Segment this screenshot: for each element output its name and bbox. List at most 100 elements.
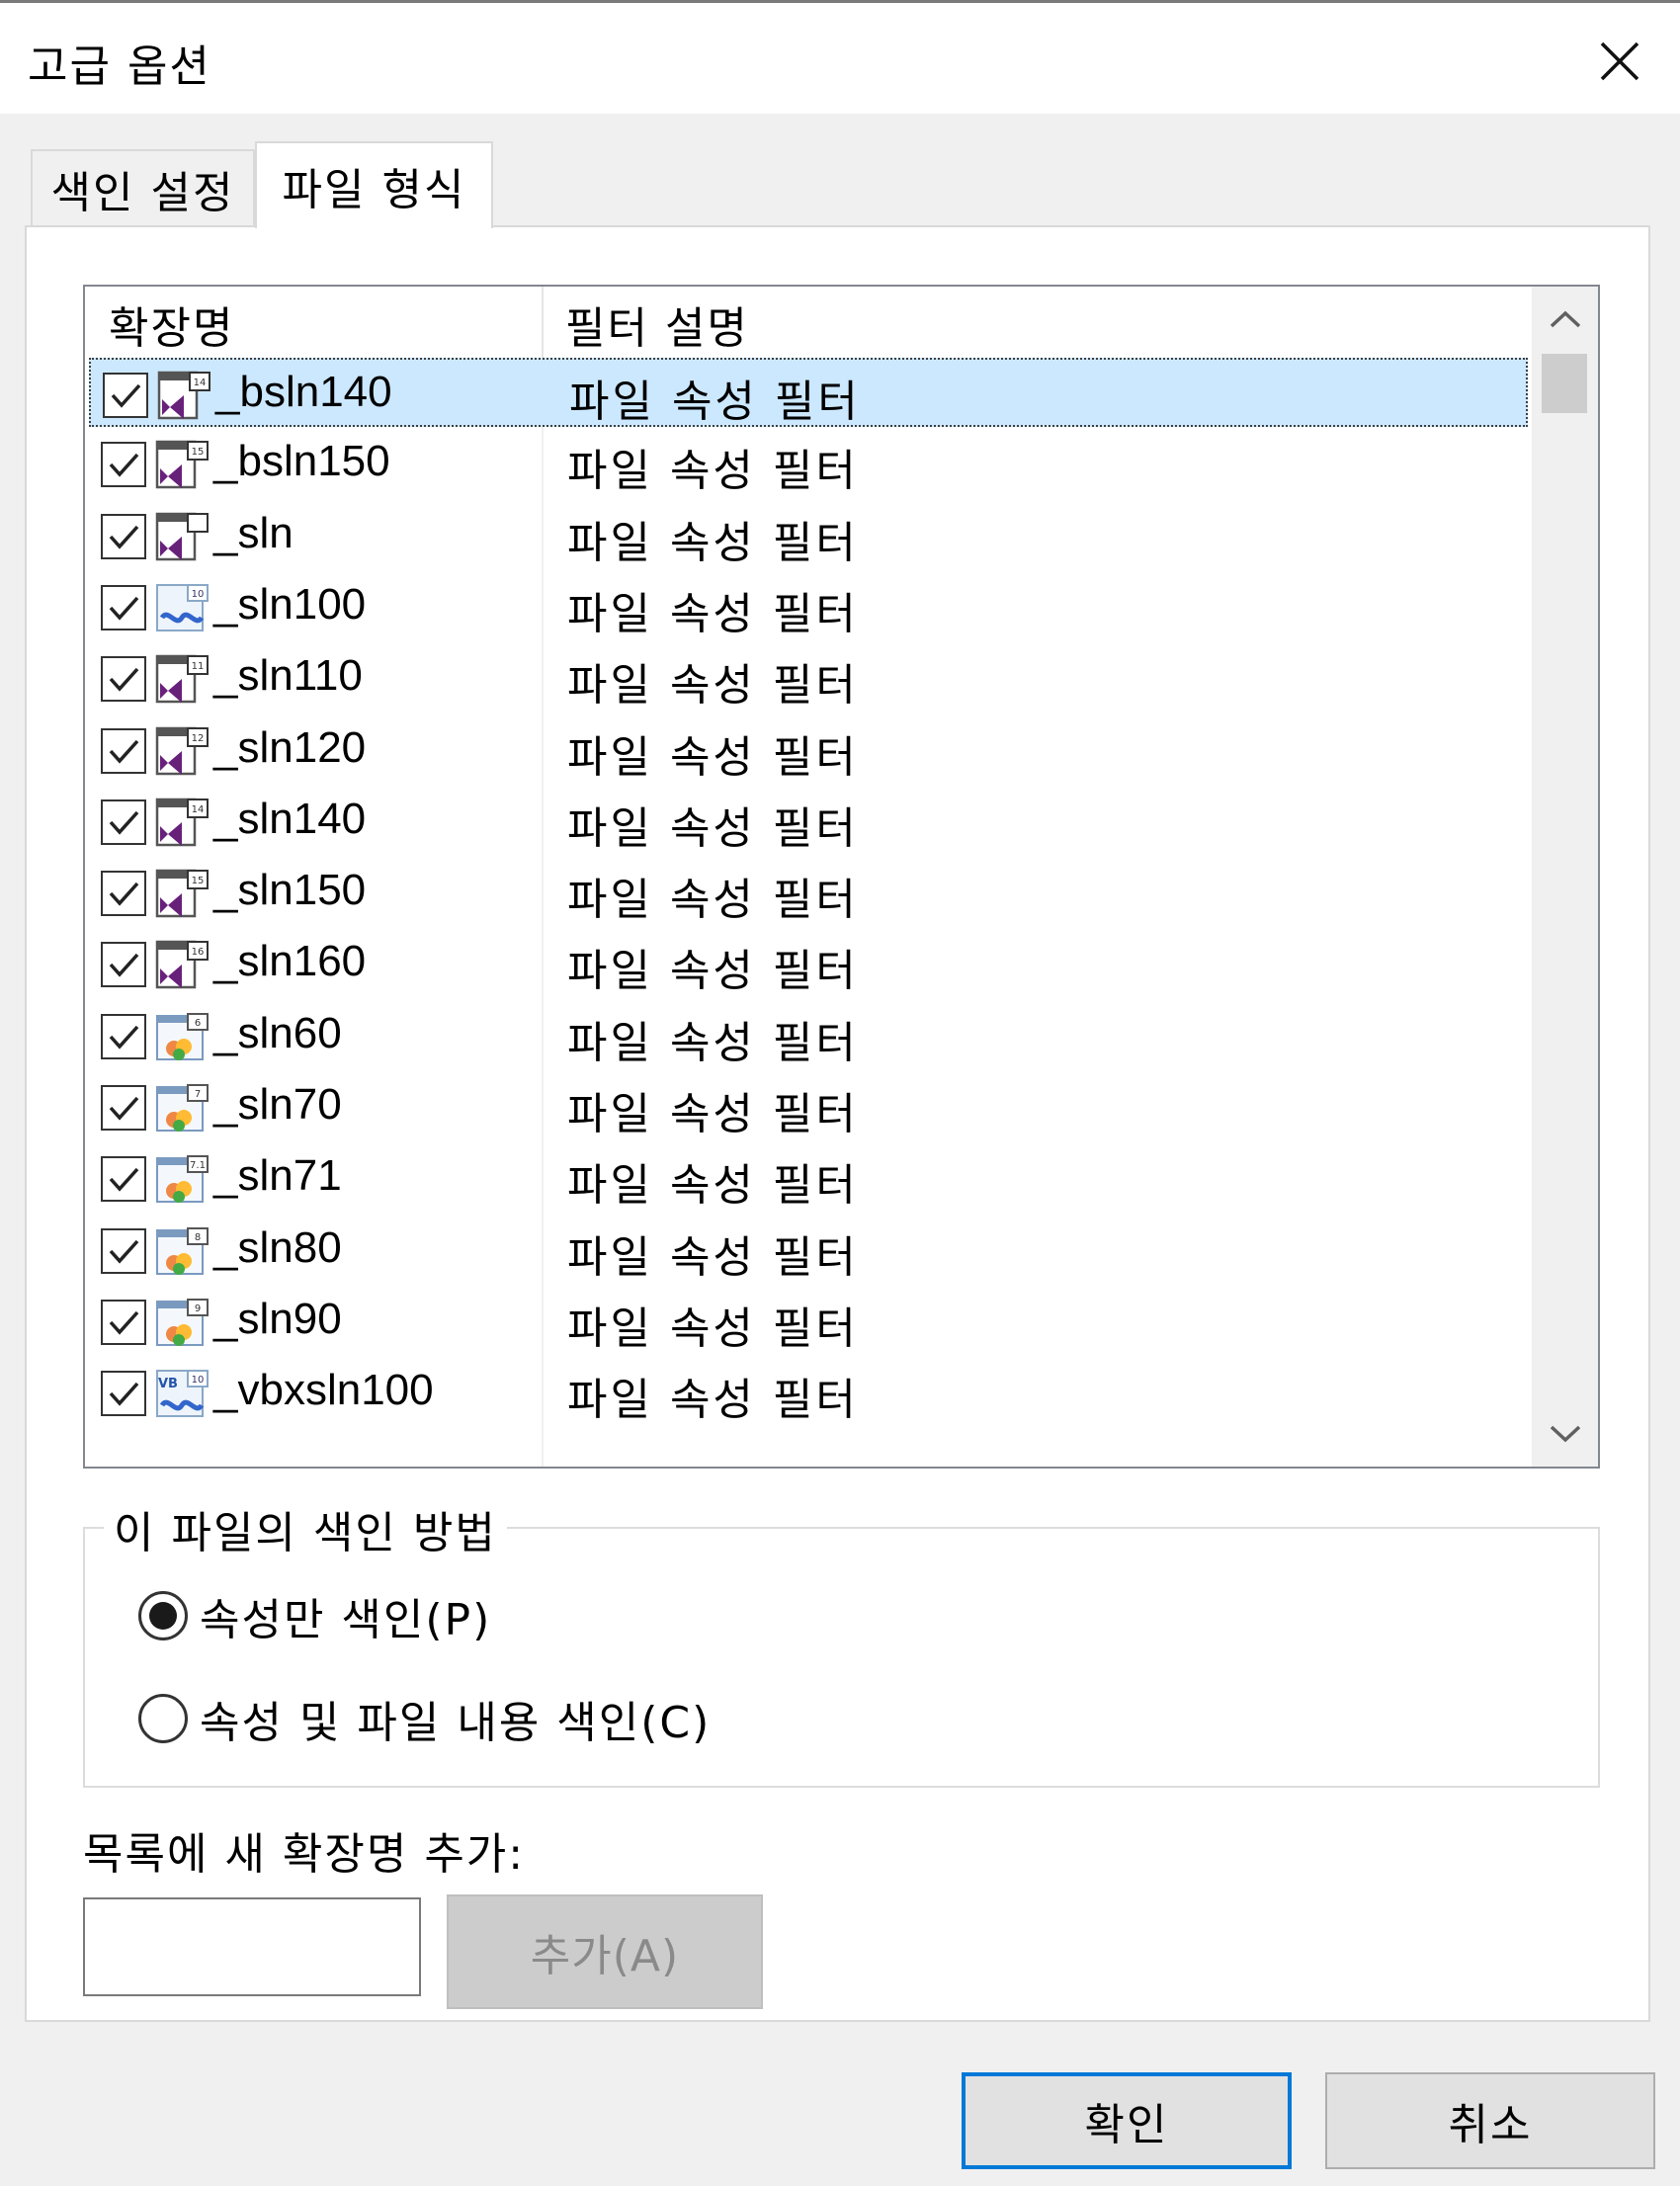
chevron-up-icon bbox=[1550, 310, 1580, 328]
row-checkbox[interactable] bbox=[101, 1227, 146, 1274]
row-checkbox[interactable] bbox=[101, 871, 146, 917]
checkmark-icon bbox=[109, 596, 139, 621]
row-filter-description: 파일 속성 필터 bbox=[567, 660, 859, 712]
row-checkbox[interactable] bbox=[101, 727, 146, 774]
scroll-thumb[interactable] bbox=[1542, 354, 1587, 413]
vertical-scrollbar[interactable] bbox=[1532, 287, 1598, 1467]
row-checkbox[interactable] bbox=[101, 799, 146, 845]
row-extension: _sln150 bbox=[213, 866, 367, 915]
svg-text:9: 9 bbox=[195, 1303, 201, 1314]
checkmark-icon bbox=[111, 383, 141, 408]
tab-file-types[interactable]: 파일 형식 bbox=[255, 141, 493, 228]
row-extension: _sln70 bbox=[213, 1080, 342, 1129]
legacy-solution-icon: 7 bbox=[154, 1082, 210, 1135]
checkmark-icon bbox=[109, 525, 139, 549]
svg-text:10: 10 bbox=[192, 589, 205, 600]
column-header-extension[interactable]: 확장명 bbox=[85, 287, 542, 362]
radio-button[interactable] bbox=[138, 1591, 188, 1640]
vs-solution-icon: 16 bbox=[154, 939, 210, 992]
row-filter-description: 파일 속성 필터 bbox=[567, 875, 859, 926]
list-item[interactable]: 7.1 _sln71 파일 속성 필터 bbox=[89, 1143, 1528, 1213]
row-filter-description: 파일 속성 필터 bbox=[567, 1017, 859, 1068]
row-checkbox[interactable] bbox=[101, 442, 146, 488]
row-checkbox[interactable] bbox=[101, 1299, 146, 1345]
list-item[interactable]: 12 _sln120 파일 속성 필터 bbox=[89, 715, 1528, 785]
column-header-filter-description[interactable]: 필터 설명 bbox=[542, 287, 1530, 362]
row-extension: _vbxsln100 bbox=[213, 1366, 434, 1415]
checkmark-icon bbox=[109, 954, 139, 978]
legacy-solution-icon: 6 bbox=[154, 1011, 210, 1064]
cancel-button[interactable]: 취소 bbox=[1325, 2072, 1655, 2169]
svg-text:15: 15 bbox=[192, 447, 205, 458]
scroll-down-button[interactable] bbox=[1532, 1401, 1598, 1467]
legacy-solution-icon: 9 bbox=[154, 1297, 210, 1350]
row-checkbox[interactable] bbox=[101, 942, 146, 988]
list-item[interactable]: 10 _sln100 파일 속성 필터 bbox=[89, 572, 1528, 641]
list-item[interactable]: 9 _sln90 파일 속성 필터 bbox=[89, 1287, 1528, 1356]
chevron-down-icon bbox=[1550, 1425, 1580, 1443]
list-body: 14 _bsln140 파일 속성 필터 15 _bsln150 파일 속성 필터 _sln… bbox=[85, 358, 1532, 1467]
row-checkbox[interactable] bbox=[101, 513, 146, 559]
row-extension: _sln100 bbox=[213, 579, 367, 629]
row-checkbox[interactable] bbox=[101, 584, 146, 631]
row-checkbox[interactable] bbox=[101, 1371, 146, 1417]
ok-button[interactable]: 확인 bbox=[962, 2072, 1292, 2169]
vs-solution-icon: 14 bbox=[156, 370, 211, 423]
checkmark-icon bbox=[109, 810, 139, 835]
dialog-title: 고급 옵션 bbox=[28, 42, 211, 92]
svg-text:7: 7 bbox=[195, 1089, 201, 1100]
row-checkbox[interactable] bbox=[103, 373, 148, 418]
row-extension: _sln60 bbox=[213, 1008, 342, 1057]
row-checkbox[interactable] bbox=[101, 656, 146, 703]
list-item[interactable]: 14 _sln140 파일 속성 필터 bbox=[89, 787, 1528, 856]
row-filter-description: 파일 속성 필터 bbox=[567, 588, 859, 639]
vb-solution-icon: VB 10 bbox=[154, 1368, 210, 1421]
list-item[interactable]: 15 _sln150 파일 속성 필터 bbox=[89, 858, 1528, 927]
row-extension: _sln140 bbox=[213, 794, 367, 843]
svg-text:6: 6 bbox=[195, 1018, 201, 1029]
vs-solution-icon: 15 bbox=[154, 868, 210, 921]
row-filter-description: 파일 속성 필터 bbox=[567, 802, 859, 854]
row-extension: _bsln140 bbox=[215, 368, 392, 416]
row-extension: _sln160 bbox=[213, 937, 367, 986]
checkmark-icon bbox=[109, 1096, 139, 1121]
file-type-list[interactable]: 확장명 필터 설명 14 _bsln140 파일 속성 필터 15 _bsln150 파일… bbox=[83, 285, 1600, 1469]
list-item[interactable]: 16 _sln160 파일 속성 필터 bbox=[89, 929, 1528, 998]
row-filter-description: 파일 속성 필터 bbox=[567, 1231, 859, 1283]
list-item[interactable]: 6 _sln60 파일 속성 필터 bbox=[89, 1001, 1528, 1070]
scroll-up-button[interactable] bbox=[1532, 287, 1598, 352]
checkmark-icon bbox=[109, 1239, 139, 1264]
radio-properties-and-contents[interactable]: 속성 및 파일 내용 색인(C) bbox=[138, 1689, 711, 1748]
list-header: 확장명 필터 설명 bbox=[85, 287, 1532, 362]
row-filter-description: 파일 속성 필터 bbox=[567, 946, 859, 997]
checkmark-icon bbox=[109, 1310, 139, 1335]
list-item[interactable]: 11 _sln110 파일 속성 필터 bbox=[89, 643, 1528, 713]
close-icon bbox=[1600, 42, 1639, 81]
list-item[interactable]: VB 10 _vbxsln100 파일 속성 필터 bbox=[89, 1358, 1528, 1427]
svg-text:15: 15 bbox=[192, 876, 205, 886]
list-item[interactable]: _sln 파일 속성 필터 bbox=[89, 501, 1528, 570]
row-extension: _sln120 bbox=[213, 722, 367, 772]
list-item[interactable]: 7 _sln70 파일 속성 필터 bbox=[89, 1072, 1528, 1141]
vs2010-solution-icon: 10 bbox=[154, 582, 210, 635]
row-checkbox[interactable] bbox=[101, 1085, 146, 1131]
list-item[interactable]: 8 _sln80 파일 속성 필터 bbox=[89, 1216, 1528, 1285]
radio-properties-only[interactable]: 속성만 색인(P) bbox=[138, 1586, 491, 1645]
radio-button[interactable] bbox=[138, 1694, 188, 1743]
new-extension-input[interactable] bbox=[83, 1897, 421, 1996]
list-item[interactable]: 14 _bsln140 파일 속성 필터 bbox=[89, 358, 1528, 427]
vs-solution-icon: 11 bbox=[154, 653, 210, 707]
list-item[interactable]: 15 _bsln150 파일 속성 필터 bbox=[89, 429, 1528, 498]
row-checkbox[interactable] bbox=[101, 1156, 146, 1203]
vs-solution-icon: 15 bbox=[154, 439, 210, 492]
svg-text:7.1: 7.1 bbox=[190, 1160, 206, 1171]
vs-solution-icon: 14 bbox=[154, 797, 210, 850]
svg-text:11: 11 bbox=[192, 661, 205, 672]
index-method-legend: 이 파일의 색인 방법 bbox=[104, 1497, 507, 1560]
row-checkbox[interactable] bbox=[101, 1013, 146, 1059]
add-button[interactable]: 추가(A) bbox=[447, 1894, 763, 2009]
tab-index-settings[interactable]: 색인 설정 bbox=[31, 149, 255, 226]
svg-text:VB: VB bbox=[158, 1377, 178, 1391]
svg-text:14: 14 bbox=[192, 804, 205, 815]
close-button[interactable] bbox=[1585, 27, 1654, 96]
